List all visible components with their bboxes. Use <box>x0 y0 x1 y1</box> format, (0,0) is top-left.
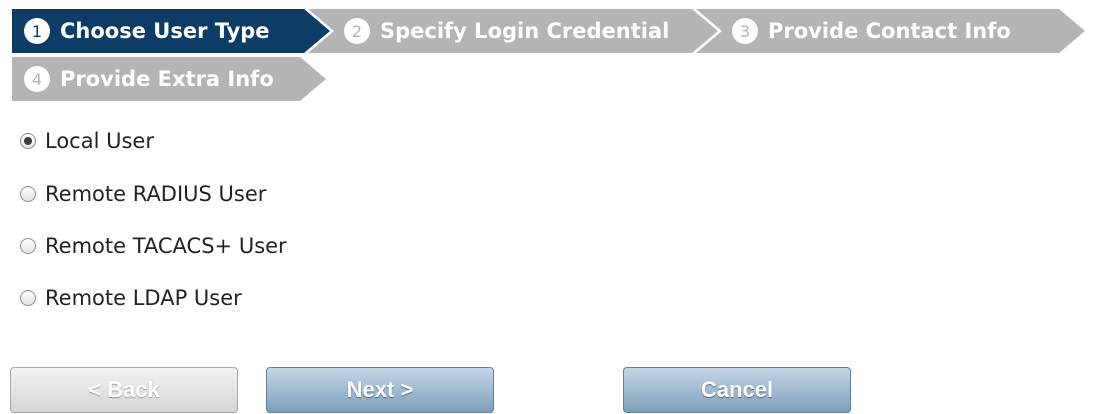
step-label: Choose User Type <box>60 19 270 43</box>
step-number-badge: 4 <box>24 66 50 92</box>
back-button[interactable]: < Back <box>10 367 238 413</box>
wizard-step-provide-contact-info: 3 Provide Contact Info <box>696 9 1085 53</box>
next-button[interactable]: Next > <box>266 367 494 413</box>
radio-option-remote-tacacs-user[interactable]: Remote TACACS+ User <box>20 233 287 259</box>
radio-option-local-user[interactable]: Local User <box>20 128 154 154</box>
step-label: Specify Login Credential <box>380 19 670 43</box>
radio-button[interactable] <box>20 238 36 254</box>
radio-label[interactable]: Remote TACACS+ User <box>45 234 287 258</box>
radio-option-remote-radius-user[interactable]: Remote RADIUS User <box>20 181 266 207</box>
step-number-badge: 3 <box>732 18 758 44</box>
radio-option-remote-ldap-user[interactable]: Remote LDAP User <box>20 285 242 311</box>
step-number-badge: 1 <box>24 18 50 44</box>
radio-button[interactable] <box>20 186 36 202</box>
step-label: Provide Contact Info <box>768 19 1011 43</box>
radio-label[interactable]: Local User <box>45 129 154 153</box>
wizard-step-provide-extra-info: 4 Provide Extra Info <box>12 57 326 101</box>
step-number-badge: 2 <box>344 18 370 44</box>
radio-label[interactable]: Remote RADIUS User <box>45 182 266 206</box>
wizard-step-choose-user-type: 1 Choose User Type <box>12 9 330 53</box>
wizard-step-specify-login-credential: 2 Specify Login Credential <box>308 9 718 53</box>
radio-label[interactable]: Remote LDAP User <box>45 286 242 310</box>
step-label: Provide Extra Info <box>60 67 274 91</box>
cancel-button[interactable]: Cancel <box>623 367 851 413</box>
radio-button-checked[interactable] <box>20 133 36 149</box>
radio-button[interactable] <box>20 290 36 306</box>
